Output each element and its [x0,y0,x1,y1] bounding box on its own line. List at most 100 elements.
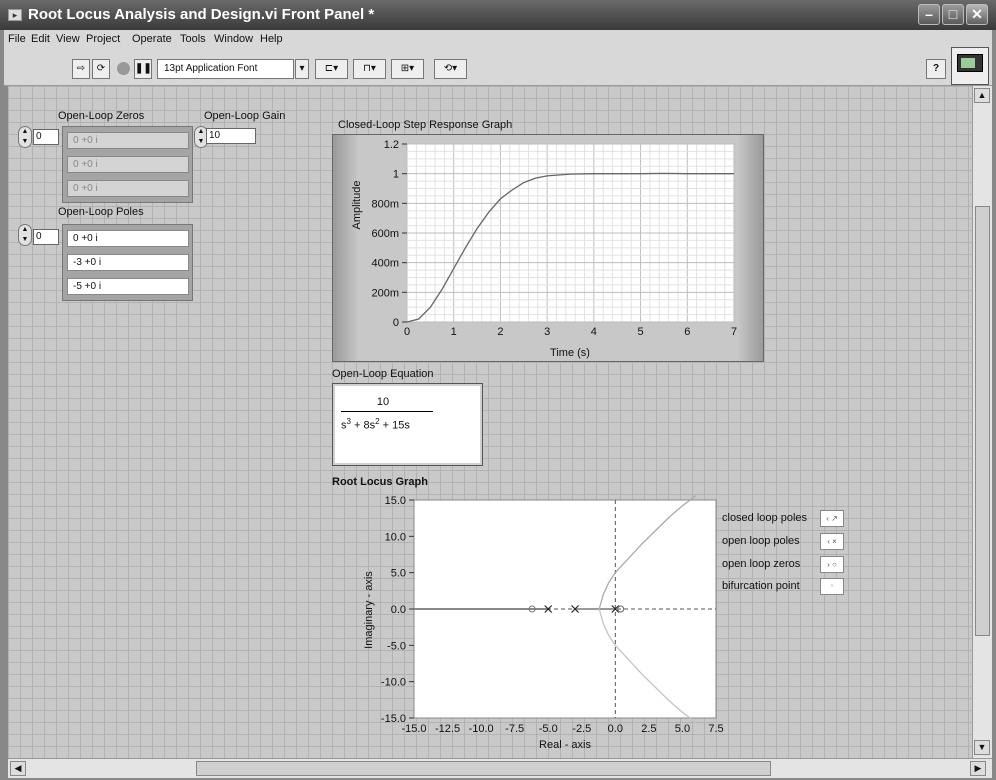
root-locus-graph[interactable]: 15.010.05.00.0-5.0-10.0-15.0-15.0 -12.5 -1… [332,490,732,752]
equation-display: 10 s3 + 8s2 + 15s [332,383,483,466]
pause-icon[interactable]: ❚❚ [134,59,152,79]
poles-label: Open-Loop Poles [58,206,144,218]
menu-view[interactable]: View [56,33,80,45]
rl-xtick-label: -2.5 [572,723,591,735]
rl-xtick-label: -5.0 [539,723,558,735]
zeros-label: Open-Loop Zeros [58,110,145,122]
maximize-button[interactable]: □ [942,4,964,25]
run-arrow-icon[interactable]: ⇨ [72,59,90,79]
step-ytick-label: 400m [371,258,399,270]
step-ytick-label: 0 [393,317,399,329]
abort-icon[interactable] [114,59,132,79]
distribute-objects-icon[interactable]: ⊓▾ [353,59,386,79]
scroll-left-icon[interactable]: ◀ [10,761,26,776]
step-ytick-label: 1.2 [384,139,399,151]
font-select-value: 13pt Application Font [164,63,258,74]
step-ytick-label: 200m [371,287,399,299]
rl-xtick-label: -10.0 [469,723,494,735]
step-graph-label: Closed-Loop Step Response Graph [338,119,513,131]
legend-open-loop-poles: open loop poles [722,535,800,547]
bifurcation-marker-icon[interactable]: ˢ [820,578,844,595]
open-loop-poles-marker-icon[interactable]: ‹ × [820,533,844,550]
fraction-bar [341,411,433,412]
run-continuously-icon[interactable]: ⟳ [92,59,110,79]
pole-element-0[interactable]: 0 +0 i [67,230,189,247]
labview-app-icon[interactable]: ▸ [8,9,22,21]
rl-xtick-label: 7.5 [708,723,723,735]
resize-objects-icon[interactable]: ⊞▾ [391,59,424,79]
equation-label: Open-Loop Equation [332,368,434,380]
align-objects-icon[interactable]: ⊏▾ [315,59,348,79]
rl-ytick-label: 15.0 [385,495,406,507]
menu-window[interactable]: Window [214,33,253,45]
den-term-3: + 15s [379,419,410,432]
toolbar: ⇨ ⟳ ❚❚ 13pt Application Font ▾ ⊏▾ ⊓▾ ⊞▾ … [4,48,992,86]
poles-index-spinner[interactable]: ▲ ▼ [18,224,32,246]
step-xtick-label: 0 [404,326,410,338]
reorder-icon[interactable]: ⟲▾ [434,59,467,79]
rl-xtick-label: 5.0 [675,723,690,735]
menu-tools[interactable]: Tools [180,33,206,45]
menu-project[interactable]: Project [86,33,120,45]
vertical-scrollbar[interactable]: ▲ ▼ [972,86,992,758]
step-response-graph[interactable]: 1.21800m600m400m200m00 1 2 3 4 5 6 7 Amplitude … [332,134,764,362]
front-panel: Open-Loop Zeros ▲ ▼ 0 0 +0 i 0 +0 i 0 +0 … [8,86,972,758]
step-xtick-label: 6 [684,326,690,338]
menu-file[interactable]: File [8,33,26,45]
rl-ytick-label: 5.0 [391,568,406,580]
poles-array: 0 +0 i -3 +0 i -5 +0 i [62,224,193,301]
title-bar: ▸ Root Locus Analysis and Design.vi Fron… [0,0,996,30]
vi-connector-icon[interactable] [951,47,989,85]
scroll-down-icon[interactable]: ▼ [974,740,990,755]
legend-bifurcation-point: bifurcation point [722,580,800,592]
step-xlabel: Time (s) [550,347,590,359]
rl-xtick-label: -15.0 [401,723,426,735]
rl-ytick-label: -10.0 [381,677,406,689]
window-title: Root Locus Analysis and Design.vi Front … [28,6,375,23]
closed-loop-poles-marker-icon[interactable]: ‹ ↗ [820,510,844,527]
vertical-scroll-thumb[interactable] [975,206,990,636]
gain-field[interactable]: 10 [206,128,256,144]
horizontal-scrollbar[interactable]: ◀ ▶ [8,758,992,778]
step-ylabel: Amplitude [351,181,363,230]
menu-help[interactable]: Help [260,33,283,45]
rl-ytick-label: 10.0 [385,531,406,543]
legend-closed-loop-poles: closed loop poles [722,512,808,524]
step-xtick-label: 4 [591,326,597,338]
legend-open-loop-zeros: open loop zeros [722,558,801,570]
pole-element-2[interactable]: -5 +0 i [67,278,189,295]
poles-index-field[interactable]: 0 [33,229,59,245]
menu-bar: File Edit View Project Operate Tools Win… [4,30,992,48]
scroll-right-icon[interactable]: ▶ [970,761,986,776]
zeros-array: 0 +0 i 0 +0 i 0 +0 i [62,126,193,203]
step-ytick-label: 1 [393,169,399,181]
scroll-up-icon[interactable]: ▲ [974,88,990,103]
menu-operate[interactable]: Operate [132,33,172,45]
rl-xtick-label: -12.5 [435,723,460,735]
pole-element-1[interactable]: -3 +0 i [67,254,189,271]
minimize-button[interactable]: – [918,4,940,25]
zero-element-2: 0 +0 i [67,180,189,197]
rl-xtick-label: 0.0 [608,723,623,735]
zero-element-0: 0 +0 i [67,132,189,149]
horizontal-scroll-thumb[interactable] [196,761,771,776]
rl-ylabel: Imaginary - axis [363,571,375,649]
open-loop-zeros-marker-icon[interactable]: › ○ [820,556,844,573]
font-select[interactable]: 13pt Application Font [157,59,294,79]
gain-label: Open-Loop Gain [204,110,286,122]
close-button[interactable]: ✕ [966,4,988,25]
step-xtick-label: 7 [731,326,737,338]
equation-numerator: 10 [376,396,390,408]
zeros-index-spinner[interactable]: ▲ ▼ [18,126,32,148]
zeros-index-field[interactable]: 0 [33,129,59,145]
step-xtick-label: 3 [544,326,550,338]
chevron-down-icon[interactable]: ▾ [295,59,309,79]
step-ytick-label: 800m [371,198,399,210]
rl-xtick-label: -7.5 [505,723,524,735]
step-xtick-label: 2 [497,326,503,338]
zero-element-1: 0 +0 i [67,156,189,173]
help-icon[interactable]: ? [926,59,946,79]
menu-edit[interactable]: Edit [31,33,50,45]
root-locus-label: Root Locus Graph [332,476,428,488]
equation-denominator: s3 + 8s2 + 15s [341,417,410,432]
